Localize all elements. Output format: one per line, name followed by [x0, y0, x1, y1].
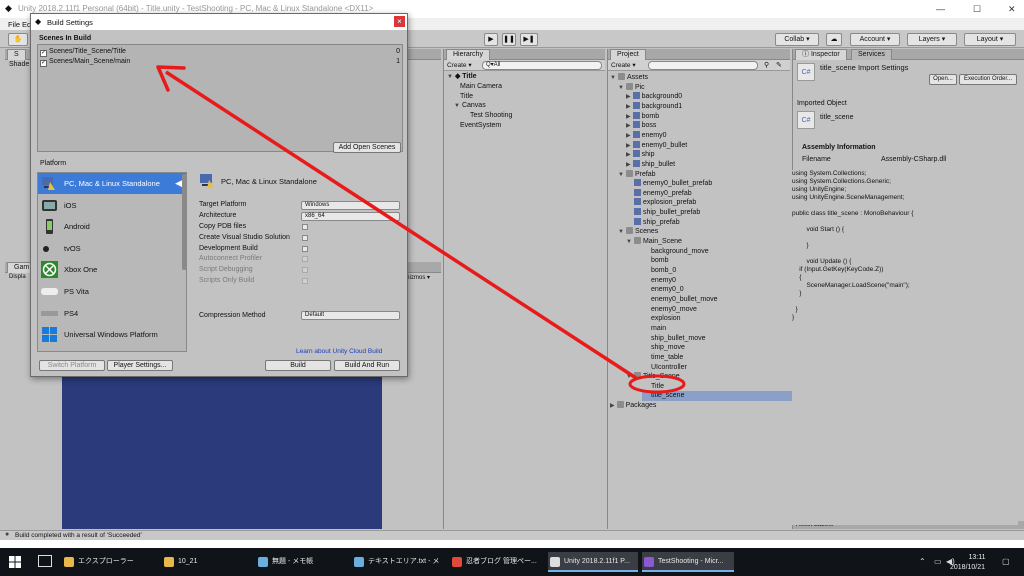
taskbar-item[interactable]: 忍者ブログ 管理ペー...	[450, 552, 542, 572]
taskbar-item-label: TestShooting - Micr...	[658, 558, 724, 565]
taskbar-item[interactable]: Unity 2018.2.11f1 P...	[548, 552, 638, 572]
app-icon	[354, 557, 364, 567]
taskbar-item-label: 10_21	[178, 558, 198, 565]
window-bottom-border	[0, 540, 1024, 548]
app-icon	[164, 557, 174, 567]
clock-time[interactable]: 13:11	[962, 554, 992, 561]
taskbar-item[interactable]: 無題 - メモ帳	[256, 552, 348, 572]
annotation-arrow-line	[165, 70, 637, 380]
notification-icon[interactable]: ▢	[1002, 557, 1010, 566]
annotation-overlay	[156, 65, 686, 394]
app-icon	[644, 557, 654, 567]
taskbar-item[interactable]: エクスプローラー	[62, 552, 152, 572]
taskbar-item-label: 無題 - メモ帳	[272, 558, 314, 565]
taskbar-item-label: テキストエリア.txt - メ	[368, 558, 440, 565]
status-info-icon: ●	[5, 531, 10, 538]
app-icon	[64, 557, 74, 567]
network-icon[interactable]: ▭	[934, 557, 942, 566]
app-icon	[452, 557, 462, 567]
taskbar-item-label: エクスプローラー	[78, 558, 134, 565]
annotation-arrow-head	[156, 65, 186, 92]
tray-chevron-icon[interactable]: ⌃	[919, 557, 926, 566]
taskbar: エクスプローラー 10_21 無題 - メモ帳 テキストエリア.txt - メ 忍者ブロ…	[0, 548, 1024, 576]
taskbar-item[interactable]: TestShooting - Micr...	[642, 552, 734, 572]
taskbar-item-label: Unity 2018.2.11f1 P...	[564, 558, 630, 565]
clock-date[interactable]: 2018/10/21	[950, 564, 985, 571]
windows-start-icon[interactable]	[9, 556, 21, 568]
app-icon	[258, 557, 268, 567]
app-icon	[550, 557, 560, 567]
taskbar-item[interactable]: テキストエリア.txt - メ	[352, 552, 444, 572]
taskbar-item[interactable]: 10_21	[162, 552, 252, 572]
annotation-circle	[628, 374, 686, 394]
task-view-icon[interactable]	[38, 555, 52, 567]
status-bar: ● Build completed with a result of 'Succ…	[0, 530, 1024, 540]
taskbar-item-label: 忍者ブログ 管理ペー...	[466, 558, 537, 565]
status-message: Build completed with a result of 'Succee…	[15, 532, 142, 539]
